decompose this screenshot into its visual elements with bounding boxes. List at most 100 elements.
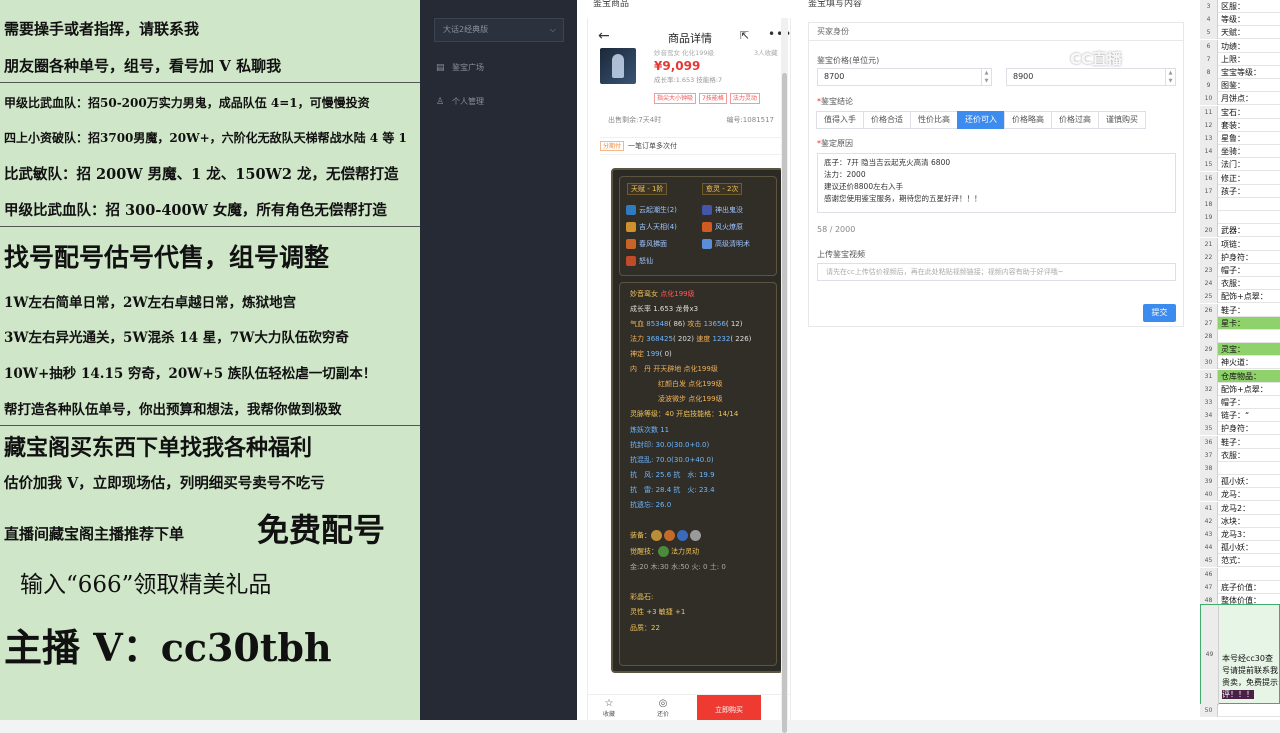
verdict-option[interactable]: 价格略高: [1004, 111, 1052, 129]
sheet-row[interactable]: 27 星卡：: [1200, 316, 1280, 330]
equipment-icon[interactable]: [690, 530, 701, 541]
skill-item[interactable]: 风火燎原: [702, 222, 743, 232]
reason-textarea[interactable]: 底子：7开 隐当吉云起克火高清 6800 法力：2000 建议还价8800左右入…: [817, 153, 1176, 213]
skill-item[interactable]: 吉人天相(4): [626, 222, 677, 232]
cell-value: 底子价值：: [1221, 582, 1261, 592]
stone-label-row: 彩晶石:: [630, 592, 653, 602]
sheet-row[interactable]: 24 衣服：: [1200, 277, 1280, 291]
preview-scrollbar[interactable]: [781, 18, 788, 733]
sheet-row[interactable]: 22 护身符：: [1200, 250, 1280, 264]
skill-item[interactable]: 高级清明术: [702, 239, 750, 249]
sheet-row[interactable]: 44 孤小妖：: [1200, 541, 1280, 555]
nav-item-personal[interactable]: ♙ 个人管理: [436, 95, 484, 109]
skill-item[interactable]: 云起潮生(2): [626, 205, 677, 215]
equipment-icon[interactable]: [664, 530, 675, 541]
verdict-option[interactable]: 值得入手: [816, 111, 864, 129]
skill-item[interactable]: 春风拂面: [626, 239, 667, 249]
sheet-row[interactable]: 19: [1200, 211, 1280, 225]
verdict-option-selected[interactable]: 还价可入: [957, 111, 1005, 129]
sheet-row[interactable]: 32 配饰+点翠：: [1200, 382, 1280, 396]
sheet-row[interactable]: 26 鞋子：: [1200, 303, 1280, 317]
note-line: 贵卖，免费提示: [1222, 678, 1278, 687]
sheet-row[interactable]: 18: [1200, 198, 1280, 211]
stepper[interactable]: ▲ ▼: [1165, 69, 1175, 85]
sheet-row[interactable]: 10 月饼点：: [1200, 92, 1280, 106]
sheet-row[interactable]: 42 冰块：: [1200, 514, 1280, 528]
sheet-row[interactable]: 43 龙马3：: [1200, 528, 1280, 541]
sheet-row[interactable]: 11 宝石：: [1200, 105, 1280, 119]
product-image[interactable]: [600, 48, 636, 84]
skill-item[interactable]: 怒仙: [626, 256, 653, 266]
server-select[interactable]: 大话2经典版 ⌵: [434, 18, 564, 42]
sheet-row[interactable]: 16 修正：: [1200, 171, 1280, 185]
sheet-row[interactable]: 41 龙马2：: [1200, 501, 1280, 515]
sheet-row[interactable]: 6 功绩：: [1200, 39, 1280, 53]
sheet-row[interactable]: 45 范式：: [1200, 554, 1280, 568]
sheet-row[interactable]: 36 鞋子：: [1200, 435, 1280, 449]
awake-icon[interactable]: [658, 546, 669, 557]
price-max-input[interactable]: 8900 ▲ ▼: [1006, 68, 1176, 86]
row-number: 9: [1200, 79, 1218, 93]
sheet-row[interactable]: 31 仓库物品：: [1200, 369, 1280, 383]
sheet-row[interactable]: 4 等级：: [1200, 13, 1280, 27]
video-link-input[interactable]: 请先在cc上传估价视频后，再在此处粘贴视频链接；视频内容有助于好评哦~: [817, 263, 1176, 281]
sheet-row[interactable]: 9 图鉴：: [1200, 79, 1280, 93]
sheet-row[interactable]: 40 龙马：: [1200, 488, 1280, 502]
skill-item[interactable]: 神出鬼没: [702, 205, 743, 215]
sheet-row[interactable]: 17 孩子：: [1200, 184, 1280, 198]
sheet-row[interactable]: 34 链子：“: [1200, 409, 1280, 423]
sheet-row[interactable]: 7 上限：: [1200, 52, 1280, 66]
skill-label: 风火燎原: [715, 223, 743, 231]
share-icon[interactable]: ⇱: [740, 29, 749, 42]
sheet-row[interactable]: 46: [1200, 567, 1280, 581]
sheet-row[interactable]: 20 武器：: [1200, 224, 1280, 238]
sheet-row[interactable]: 38: [1200, 462, 1280, 475]
sheet-row[interactable]: 29 灵宝：: [1200, 343, 1280, 357]
sheet-row[interactable]: 50: [1200, 704, 1280, 717]
sheet-row[interactable]: 39 孤小妖：: [1200, 475, 1280, 489]
sheet-row[interactable]: 21 项链：: [1200, 237, 1280, 251]
mp-value: 368425: [646, 335, 673, 343]
verdict-option[interactable]: 谨慎购买: [1098, 111, 1146, 129]
sheet-row[interactable]: 15 法门：: [1200, 158, 1280, 172]
row-number: 38: [1200, 462, 1218, 475]
note-line: 本号经cc30查: [1222, 654, 1273, 663]
cell-value: 孩子：: [1221, 186, 1245, 196]
row-number: 39: [1200, 475, 1218, 489]
bargain-button[interactable]: ◎ 还价: [648, 698, 678, 718]
sheet-row[interactable]: 12 套装：: [1200, 118, 1280, 132]
sheet-row[interactable]: 35 护身符：: [1200, 422, 1280, 436]
sheet-row[interactable]: 33 帽子：: [1200, 396, 1280, 409]
cell-value: 帽子：: [1221, 398, 1245, 407]
sheet-row[interactable]: 25 配饰+点翠：: [1200, 290, 1280, 304]
submit-button[interactable]: 提交: [1143, 304, 1176, 322]
nav-item-appraisal-square[interactable]: ▤ 鉴宝广场: [436, 61, 484, 75]
sheet-row[interactable]: 13 星鲁：: [1200, 132, 1280, 145]
equipment-icon[interactable]: [651, 530, 662, 541]
scrollbar-thumb[interactable]: [782, 73, 787, 733]
sheet-row[interactable]: 8 宝宝等级：: [1200, 66, 1280, 79]
sheet-row-note[interactable]: 49 本号经cc30查 号请提前联系我 贵卖，免费提示 评！！！: [1200, 604, 1280, 705]
promo-line: 四上小资破队：招3700男魔，20W+，六阶化无敌队天梯帮战水陆 4 等 1: [4, 131, 407, 145]
row-number: 49: [1201, 605, 1219, 705]
stepper[interactable]: ▲ ▼: [981, 69, 991, 85]
sheet-row[interactable]: 14 坐骑：: [1200, 145, 1280, 159]
sheet-row[interactable]: 3 区服：: [1200, 0, 1280, 13]
price-min-input[interactable]: 8700 ▲ ▼: [817, 68, 992, 86]
sheet-row[interactable]: 5 天赋：: [1200, 26, 1280, 40]
buy-now-button[interactable]: 立即购买: [697, 695, 761, 720]
row-number: 26: [1200, 303, 1218, 317]
verdict-option[interactable]: 价格合适: [863, 111, 911, 129]
favorite-button[interactable]: ☆ 收藏: [594, 698, 624, 718]
sheet-row[interactable]: 28: [1200, 330, 1280, 343]
sheet-row[interactable]: 30 神火道：: [1200, 356, 1280, 370]
sheet-row[interactable]: 47 底子价值：: [1200, 580, 1280, 594]
equipment-icon[interactable]: [677, 530, 688, 541]
verdict-option[interactable]: 性价比高: [910, 111, 958, 129]
row-number: 14: [1200, 145, 1218, 159]
verdict-option[interactable]: 价格过高: [1051, 111, 1099, 129]
price-min-value: 8700: [824, 72, 845, 81]
installment-row[interactable]: 分期付一笔订单多次付 ›: [600, 137, 785, 155]
sheet-row[interactable]: 23 帽子：: [1200, 264, 1280, 277]
sheet-row[interactable]: 37 衣服：: [1200, 448, 1280, 462]
